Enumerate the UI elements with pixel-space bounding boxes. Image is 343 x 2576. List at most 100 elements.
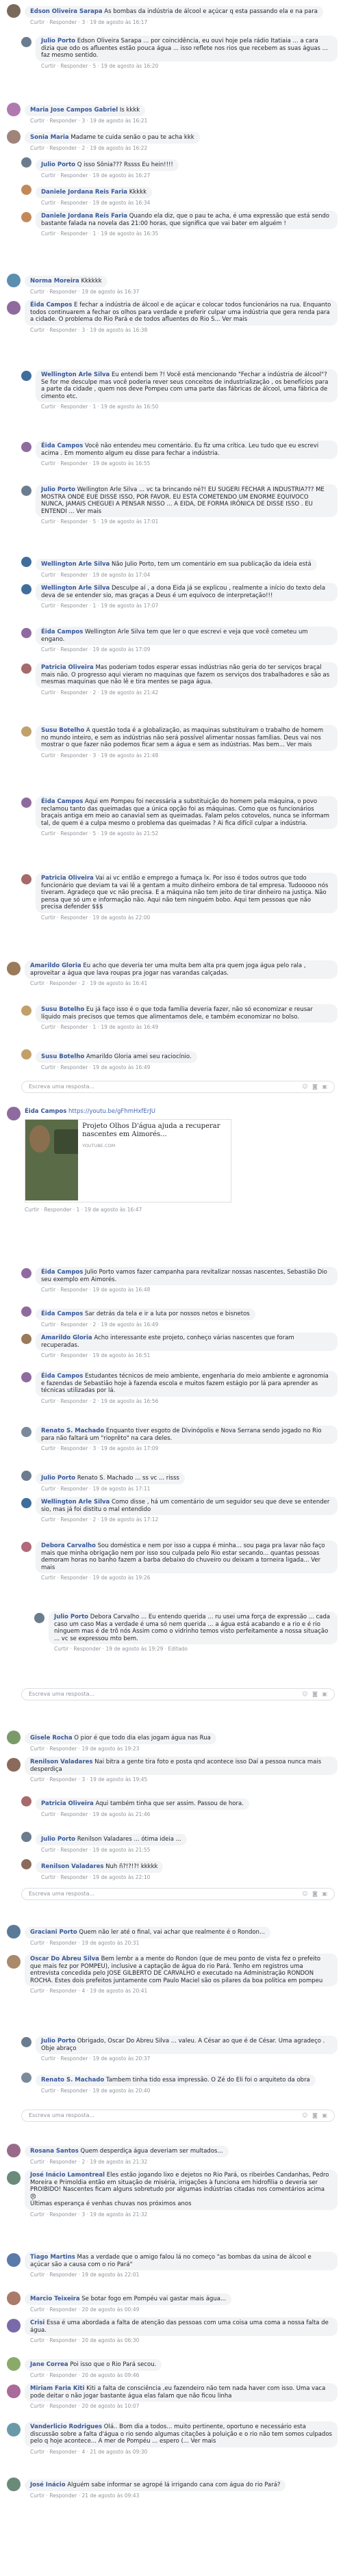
commenter-name[interactable]: Renato S. Machado	[41, 2077, 104, 2084]
commenter-name[interactable]: Marcio Teixeira	[30, 2296, 80, 2302]
commenter-name[interactable]: Maria Jose Campos Gabriel	[30, 107, 118, 114]
avatar[interactable]	[21, 1498, 31, 1508]
commenter-name[interactable]: Julio Porto	[41, 486, 75, 493]
commenter-name[interactable]: Wellington Arle Silva	[41, 585, 110, 592]
video-thumbnail[interactable]	[25, 1120, 79, 1200]
comment-actions[interactable]: Curtir · Responder · 20 de agosto às 00:…	[30, 2306, 338, 2313]
avatar[interactable]	[7, 2144, 21, 2157]
commenter-name[interactable]: Debora Carvalho	[41, 1542, 96, 1549]
avatar[interactable]	[21, 1471, 31, 1481]
commenter-name[interactable]: Renilson Valadares	[41, 1863, 103, 1870]
commenter-name[interactable]: Éida Campos	[41, 1269, 83, 1276]
avatar[interactable]	[21, 798, 31, 808]
avatar[interactable]	[21, 442, 31, 452]
commenter-name[interactable]: Julio Porto	[41, 1836, 75, 1843]
avatar[interactable]	[7, 1925, 21, 1938]
avatar[interactable]	[21, 584, 31, 594]
comment-actions[interactable]: Curtir · Responder · 19 de agosto às 17:…	[41, 572, 338, 578]
avatar[interactable]	[21, 1334, 31, 1344]
comment-actions[interactable]: Curtir · Responder · 3 · 19 de agosto às…	[30, 1776, 338, 1783]
avatar[interactable]	[7, 1107, 21, 1120]
comment-actions[interactable]: Curtir · Responder · 5 · 19 de agosto às…	[41, 830, 338, 837]
comment-actions[interactable]: Curtir · Responder · 19 de agosto às 21:…	[41, 1811, 338, 1817]
avatar[interactable]	[21, 1268, 31, 1278]
avatar[interactable]	[21, 628, 31, 638]
emoji-camera-gif-icons[interactable]: ☺ ◙ ▣	[302, 1891, 329, 1897]
avatar[interactable]	[21, 1049, 31, 1060]
reply-input[interactable]: Escreva uma resposta... ☺ ◙ ▣	[21, 2110, 335, 2122]
comment-actions[interactable]: Curtir · Responder · 1 · 19 de agosto às…	[41, 603, 338, 609]
comment-actions[interactable]: Curtir · Responder · 1 · 19 de agosto às…	[41, 404, 338, 410]
avatar[interactable]	[7, 2171, 21, 2185]
commenter-name[interactable]: Susu Botelho	[41, 727, 84, 734]
comment-actions[interactable]: Curtir · Responder · 2 · 19 de agosto às…	[30, 145, 338, 151]
comment-actions[interactable]: Curtir · Responder · 19 de agosto às 16:…	[41, 200, 338, 206]
commenter-name[interactable]: Patricia Oliveira	[41, 664, 94, 671]
avatar[interactable]	[21, 486, 31, 496]
commenter-name[interactable]: Norma Moreira	[30, 278, 79, 285]
avatar[interactable]	[7, 1758, 21, 1772]
comment-actions[interactable]: Curtir · Responder · 19 de agosto às 16:…	[41, 1352, 338, 1358]
comment-actions[interactable]: Curtir · Responder · 19 de agosto às 20:…	[41, 2088, 338, 2094]
avatar[interactable]	[7, 4, 21, 18]
comment-actions[interactable]: Curtir · Responder · 3 · 19 de agosto às…	[41, 1445, 338, 1451]
avatar[interactable]	[7, 962, 21, 975]
commenter-name[interactable]: Éida Campos	[30, 302, 72, 308]
comment-actions[interactable]: Curtir · Responder · 5 · 19 de agosto às…	[41, 63, 338, 69]
commenter-name[interactable]: Susu Botelho	[41, 1053, 84, 1060]
commenter-name[interactable]: Wellington Arle Silva	[41, 371, 110, 378]
comment-actions[interactable]: Curtir · Responder · 21 de agosto às 09:…	[30, 2493, 338, 2499]
comment-actions[interactable]: Curtir · Responder · 4 · 21 de agosto às…	[30, 2449, 338, 2455]
commenter-name[interactable]: Jane Correa	[30, 2361, 68, 2368]
commenter-name[interactable]: Rosana Santos	[30, 2148, 79, 2155]
avatar[interactable]	[7, 274, 21, 287]
commenter-name[interactable]: Renilson Valadares	[30, 1759, 92, 1765]
avatar[interactable]	[7, 2253, 21, 2267]
comment-actions[interactable]: Curtir · Responder · 20 de agosto às 09:…	[30, 2372, 338, 2378]
comment-actions[interactable]: Curtir · Responder · 5 · 19 de agosto às…	[41, 518, 338, 525]
comment-actions[interactable]: Curtir · Responder · 2 · 19 de agosto às…	[41, 1516, 338, 1523]
avatar[interactable]	[34, 1613, 45, 1623]
comment-actions[interactable]: Curtir · Responder · 19 de agosto às 16:…	[41, 460, 338, 466]
comment-actions[interactable]: Curtir · Responder · 19 de agosto às 19:…	[54, 1646, 338, 1652]
comment-actions[interactable]: Curtir · Responder · 3 · 19 de agosto às…	[30, 118, 338, 124]
commenter-name[interactable]: Amarildo Gloria	[30, 962, 81, 969]
avatar[interactable]	[7, 301, 21, 315]
avatar[interactable]	[21, 1306, 31, 1317]
commenter-name[interactable]: Julio Porto	[41, 2038, 75, 2045]
commenter-name[interactable]: Éida Campos	[25, 1108, 66, 1115]
commenter-name[interactable]: Éida Campos	[41, 443, 83, 449]
avatar[interactable]	[21, 37, 31, 47]
avatar[interactable]	[21, 1427, 31, 1437]
avatar[interactable]	[21, 157, 31, 168]
commenter-name[interactable]: Vanderlicio Rodrigues	[30, 2423, 102, 2430]
comment-actions[interactable]: Curtir · Responder · 19 de agosto às 17:…	[41, 646, 338, 653]
avatar[interactable]	[21, 1006, 31, 1016]
avatar[interactable]	[21, 2073, 31, 2083]
commenter-name[interactable]: Daniele Jordana Reis Faria	[41, 213, 127, 220]
video-link[interactable]: https://youtu.be/gFhmHxfErJU	[68, 1108, 155, 1115]
reply-input[interactable]: Escreva uma resposta... ☺ ◙ ▣	[21, 1688, 335, 1700]
commenter-name[interactable]: Edson Oliveira Sarapa	[30, 8, 103, 15]
comment-actions[interactable]: Curtir · Responder · 20 de agosto às 10:…	[30, 2403, 338, 2409]
avatar[interactable]	[21, 2037, 31, 2047]
comment-actions[interactable]: Curtir · Responder · 19 de agosto às 16:…	[41, 172, 338, 179]
comment-actions[interactable]: Curtir · Responder · 2 · 19 de agosto às…	[30, 980, 338, 986]
comment-actions[interactable]: Curtir · Responder · 1 · 19 de agosto às…	[25, 1207, 142, 1213]
avatar[interactable]	[7, 130, 21, 144]
commenter-name[interactable]: Susu Botelho	[41, 1006, 84, 1013]
avatar[interactable]	[21, 371, 31, 381]
commenter-name[interactable]: Éida Campos	[41, 1311, 83, 1317]
comment-actions[interactable]: Curtir · Responder · 1 · 19 de agosto às…	[41, 1024, 338, 1030]
avatar[interactable]	[7, 2384, 21, 2398]
commenter-name[interactable]: Daniele Jordana Reis Faria	[41, 189, 127, 196]
commenter-name[interactable]: José Inácio Lamontreal	[30, 2172, 105, 2179]
commenter-name[interactable]: Julio Porto	[41, 161, 75, 168]
commenter-name[interactable]: José Inácio	[30, 2482, 66, 2488]
comment-actions[interactable]: Curtir · Responder · 19 de agosto às 19:…	[30, 1746, 338, 1752]
comment-actions[interactable]: Curtir · Responder · 3 · 19 de agosto às…	[30, 2211, 338, 2218]
comment-actions[interactable]: Curtir · Responder · 3 · 19 de agosto às…	[41, 752, 338, 759]
comment-actions[interactable]: Curtir · Responder · 19 de agosto às 20:…	[41, 2055, 338, 2062]
commenter-name[interactable]: Julio Porto	[41, 1475, 75, 1482]
comment-actions[interactable]: Curtir · Responder · 19 de agosto às 17:…	[41, 1486, 338, 1492]
